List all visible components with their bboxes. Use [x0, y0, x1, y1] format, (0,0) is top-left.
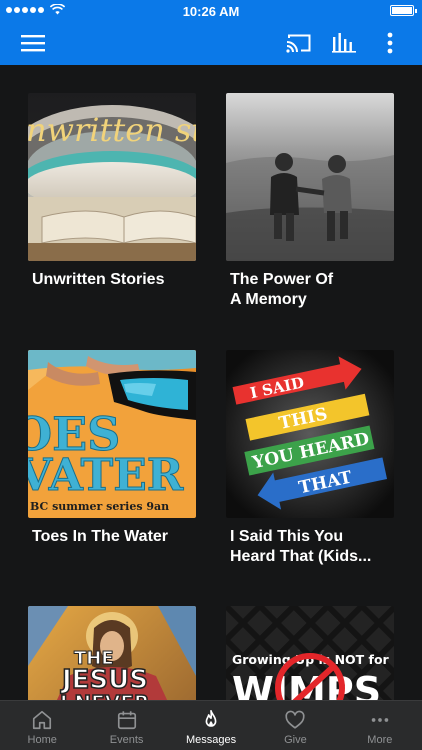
message-artwork: THE JESUS I NEVER — [28, 606, 196, 700]
tab-bar: Home Events Messages Give More — [0, 700, 422, 750]
tab-label: Messages — [185, 734, 237, 746]
message-artwork: I SAID THIS YOU HEARD THAT — [226, 350, 394, 518]
artwork-text: WIMPS — [232, 669, 381, 700]
messages-grid: nwritten sto Unwritten Stories — [0, 65, 422, 700]
tab-more[interactable]: More — [338, 701, 422, 750]
flame-icon — [205, 710, 217, 727]
tab-home[interactable]: Home — [0, 701, 84, 750]
message-title: Toes In The Water — [32, 528, 169, 545]
message-card[interactable]: The Power Of A Memory — [226, 93, 394, 310]
cast-icon[interactable] — [285, 30, 313, 56]
tab-label: Give — [284, 734, 307, 746]
message-title: Unwritten Stories — [32, 271, 165, 288]
artwork-text: BC summer series 9an — [30, 500, 169, 513]
message-artwork: OES VATER BC summer series 9an — [28, 350, 196, 518]
message-artwork — [226, 93, 394, 261]
audio-bars-icon[interactable] — [331, 30, 357, 56]
message-card[interactable]: THE JESUS I NEVER — [28, 606, 196, 700]
tab-label: Home — [27, 734, 57, 746]
artwork-text: VATER — [28, 450, 184, 501]
home-icon — [33, 710, 52, 730]
message-card[interactable]: I SAID THIS YOU HEARD THAT I Said This Y… — [226, 350, 394, 567]
message-card[interactable]: Growing Up is NOT for WIMPS — [226, 606, 394, 700]
status-bar: 10:26 AM — [0, 0, 422, 22]
tab-events[interactable]: Events — [84, 701, 168, 750]
message-card[interactable]: OES VATER BC summer series 9an Toes In T… — [28, 350, 196, 547]
artwork-text: I NEVER — [60, 691, 149, 700]
menu-icon[interactable] — [20, 30, 46, 56]
more-vertical-icon[interactable] — [380, 30, 400, 56]
message-title: The Power Of A Memory — [230, 271, 334, 308]
tab-give[interactable]: Give — [253, 701, 337, 750]
message-artwork: Growing Up is NOT for WIMPS — [226, 606, 394, 700]
calendar-icon — [117, 711, 136, 730]
heart-icon — [285, 710, 305, 729]
message-card[interactable]: nwritten sto Unwritten Stories — [28, 93, 196, 290]
status-time: 10:26 AM — [182, 4, 240, 19]
battery-icon — [390, 5, 417, 16]
message-artwork: nwritten sto — [28, 93, 196, 261]
app-bar — [0, 22, 422, 65]
artwork-text: nwritten sto — [28, 111, 196, 149]
tab-label: Events — [109, 734, 144, 746]
tab-messages[interactable]: Messages — [169, 701, 253, 750]
tab-label: More — [367, 734, 393, 746]
message-title: I Said This You Heard That (Kids... — [230, 528, 372, 565]
more-horizontal-icon — [371, 718, 389, 722]
